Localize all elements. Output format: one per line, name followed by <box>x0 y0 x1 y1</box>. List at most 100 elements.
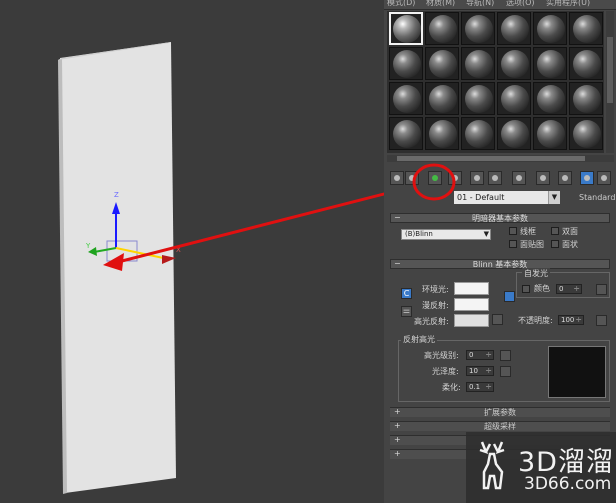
rollout-label: 扩展参数 <box>484 408 516 417</box>
diffuse-label: 漫反射: <box>422 301 449 310</box>
opacity-spinner[interactable]: 100 <box>558 315 584 325</box>
rollout-supersampling[interactable]: + 超级采样 <box>390 421 610 431</box>
material-slot[interactable] <box>497 82 531 115</box>
material-sphere-icon <box>537 15 565 43</box>
blinn-params-header[interactable]: − Blinn 基本参数 <box>390 259 610 269</box>
material-sphere-icon <box>465 15 493 43</box>
material-sphere-icon <box>573 85 601 113</box>
show-end-result-button[interactable] <box>558 171 572 185</box>
self-illum-map-button[interactable] <box>596 284 607 295</box>
make-unique-button[interactable] <box>470 171 484 185</box>
material-slot[interactable] <box>461 47 495 80</box>
viewport-scene: Z Y X <box>58 42 384 494</box>
material-sphere-icon <box>429 120 457 148</box>
ambient-color-swatch[interactable] <box>454 282 489 295</box>
lock-ambient-diffuse-button[interactable]: C <box>401 288 412 299</box>
specular-map-button[interactable] <box>492 314 503 325</box>
material-type-button[interactable]: Standard <box>579 193 615 202</box>
rollout-label: 超级采样 <box>484 422 516 431</box>
diffuse-map-button[interactable] <box>504 291 515 302</box>
material-slot[interactable] <box>497 12 531 45</box>
menu-material[interactable]: 材质(M) <box>426 0 455 8</box>
material-slot[interactable] <box>533 117 567 150</box>
menu-options[interactable]: 选项(O) <box>506 0 535 8</box>
perspective-viewport[interactable]: Z Y X <box>0 0 384 503</box>
put-to-library-button[interactable] <box>488 171 502 185</box>
spec-level-map-button[interactable] <box>500 350 511 361</box>
material-sphere-icon <box>393 120 421 148</box>
material-slot[interactable] <box>533 82 567 115</box>
material-slot[interactable] <box>569 12 603 45</box>
lock-diffuse-specular-button[interactable]: ⚌ <box>401 306 412 317</box>
material-id-button[interactable] <box>512 171 526 185</box>
rollout-extended-params[interactable]: + 扩展参数 <box>390 407 610 417</box>
two-sided-checkbox[interactable] <box>551 227 559 235</box>
go-forward-sibling-button[interactable] <box>597 171 611 185</box>
expand-icon: + <box>394 435 401 444</box>
material-slot[interactable] <box>425 117 459 150</box>
self-illum-color-checkbox[interactable] <box>522 285 530 293</box>
blinn-params-title: Blinn 基本参数 <box>472 260 528 269</box>
material-sphere-icon <box>573 50 601 78</box>
material-slot[interactable] <box>497 47 531 80</box>
show-map-button[interactable] <box>536 171 550 185</box>
material-sphere-icon <box>537 120 565 148</box>
material-slot[interactable] <box>461 117 495 150</box>
material-slot[interactable] <box>389 12 423 45</box>
diffuse-color-swatch[interactable] <box>454 298 489 311</box>
material-sphere-icon <box>393 50 421 78</box>
menu-navigation[interactable]: 导航(N) <box>466 0 494 8</box>
material-sphere-icon <box>465 120 493 148</box>
material-slot[interactable] <box>569 47 603 80</box>
material-slot[interactable] <box>533 47 567 80</box>
spec-level-spinner[interactable]: 0 <box>466 350 494 360</box>
watermark-url: 3D66.com <box>524 474 612 494</box>
material-sample-slots <box>387 11 604 153</box>
gizmo-z-label: Z <box>114 191 119 199</box>
specular-highlights-label: 反射高光 <box>401 334 437 345</box>
gizmo-y-label: Y <box>85 242 91 250</box>
material-slot[interactable] <box>569 82 603 115</box>
chevron-down-icon[interactable]: ▼ <box>548 191 560 204</box>
material-slot[interactable] <box>389 82 423 115</box>
specular-color-swatch[interactable] <box>454 314 489 327</box>
material-name-text: 01 - Default <box>457 193 505 202</box>
material-slot[interactable] <box>389 117 423 150</box>
menu-modes[interactable]: 模式(D) <box>387 0 415 8</box>
opacity-map-button[interactable] <box>596 315 607 326</box>
glossiness-spinner[interactable]: 10 <box>466 366 494 376</box>
chevron-down-icon: ▼ <box>483 230 489 238</box>
material-slot[interactable] <box>425 82 459 115</box>
material-editor-panel: 模式(D) 材质(M) 导航(N) 选项(O) 实用程序(U) 01 - Def… <box>384 0 616 503</box>
shader-params-title: 明暗器基本参数 <box>472 214 528 223</box>
material-slot[interactable] <box>389 47 423 80</box>
material-slot[interactable] <box>533 12 567 45</box>
material-name-field[interactable]: 01 - Default ▼ <box>454 191 560 204</box>
material-slot[interactable] <box>425 47 459 80</box>
material-slot[interactable] <box>569 117 603 150</box>
soften-spinner[interactable]: 0.1 <box>466 382 494 392</box>
shader-dropdown[interactable]: (B)Blinn ▼ <box>401 229 491 240</box>
material-sphere-icon <box>429 85 457 113</box>
self-illum-spinner[interactable]: 0 <box>556 284 582 294</box>
material-slot[interactable] <box>497 117 531 150</box>
slots-vertical-scrollbar[interactable] <box>606 11 614 153</box>
material-sphere-icon <box>465 50 493 78</box>
go-to-parent-button[interactable] <box>580 171 594 185</box>
soften-label: 柔化: <box>442 383 461 392</box>
opacity-label: 不透明度: <box>518 316 553 325</box>
material-slot[interactable] <box>461 12 495 45</box>
get-material-button[interactable] <box>390 171 404 185</box>
deer-logo-icon <box>479 441 505 490</box>
material-slot[interactable] <box>461 82 495 115</box>
menu-utilities[interactable]: 实用程序(U) <box>546 0 590 8</box>
highlight-curve-preview <box>548 346 606 398</box>
face-map-checkbox[interactable] <box>509 240 517 248</box>
glossiness-map-button[interactable] <box>500 366 511 377</box>
material-slot[interactable] <box>425 12 459 45</box>
faceted-checkbox[interactable] <box>551 240 559 248</box>
wire-checkbox[interactable] <box>509 227 517 235</box>
shader-params-header[interactable]: − 明暗器基本参数 <box>390 213 610 223</box>
self-illumination-label: 自发光 <box>522 268 550 279</box>
expand-icon: + <box>394 449 401 458</box>
